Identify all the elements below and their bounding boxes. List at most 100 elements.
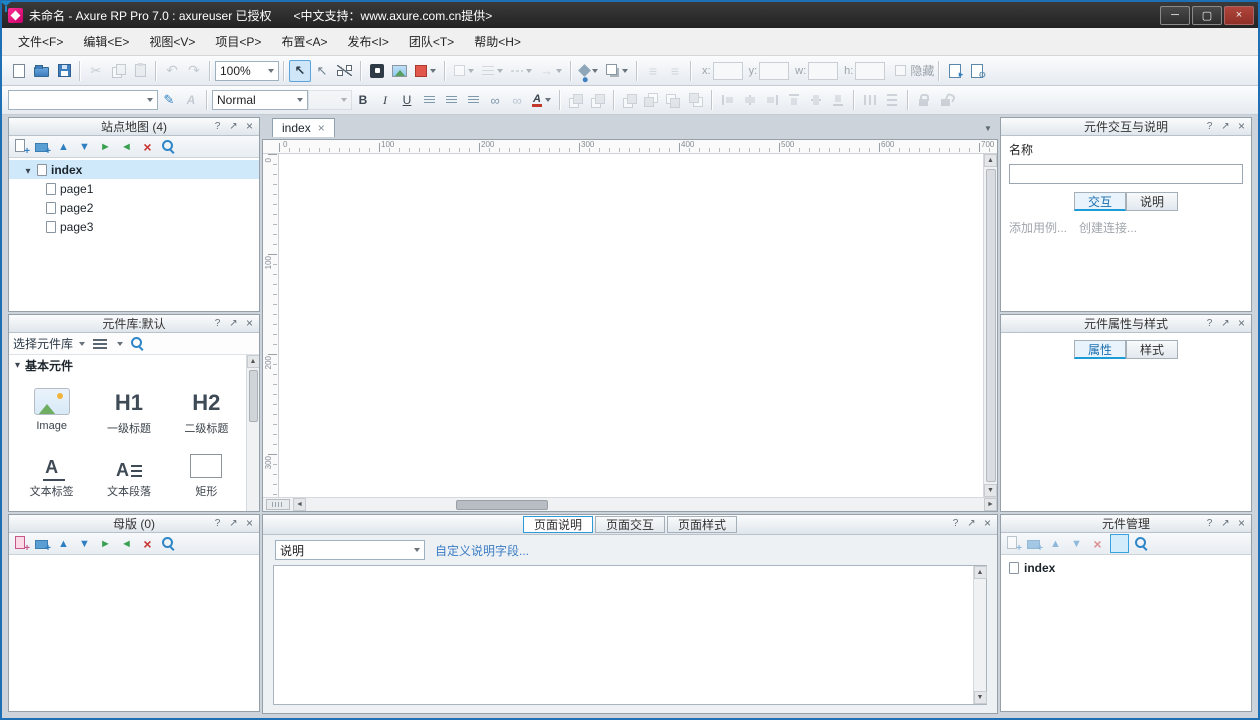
bold-button[interactable]: B [352,89,374,111]
tab-close-icon[interactable] [318,121,325,135]
preview-button[interactable] [944,60,966,82]
search-icon[interactable] [160,138,177,155]
ungroup-button[interactable] [587,89,609,111]
notes-scrollbar[interactable]: ▲ ▼ [973,566,986,704]
edit-style-button[interactable] [158,89,180,111]
italic-button[interactable]: I [374,89,396,111]
search-icon[interactable] [160,535,177,552]
page-notes-textarea[interactable]: ▲ ▼ [273,565,987,705]
send-to-back-button[interactable] [641,89,663,111]
close-icon[interactable] [243,517,256,530]
move-up-button[interactable] [55,535,72,552]
scroll-right-icon[interactable]: ► [984,498,997,511]
remove-link-button[interactable] [506,89,528,111]
popout-icon[interactable] [1219,120,1232,133]
sitemap-item-index[interactable]: index [9,160,259,179]
scroll-left-icon[interactable]: ◄ [293,498,306,511]
distribute-horizontal-button[interactable] [859,89,881,111]
close-icon[interactable] [1235,517,1248,530]
align-objects-bottom-button[interactable] [827,89,849,111]
undo-button[interactable] [161,60,183,82]
search-icon[interactable] [1133,535,1150,552]
interaction-mode-button[interactable] [366,60,388,82]
maximize-button[interactable]: ▢ [1192,6,1222,25]
splitter-grip[interactable] [266,499,290,510]
bring-forward-button[interactable] [663,89,685,111]
widget-item-rectangle[interactable]: 矩形 [168,438,245,499]
tab-page-interactions[interactable]: 页面交互 [595,516,665,533]
underline-button[interactable]: U [396,89,418,111]
tab-properties[interactable]: 属性 [1074,340,1126,359]
help-icon[interactable] [1203,120,1216,133]
scrollbar-thumb[interactable] [249,370,258,422]
design-canvas[interactable] [279,154,983,497]
fill-color-button[interactable] [576,60,602,82]
generate-button[interactable] [966,60,988,82]
indent-button[interactable] [97,138,114,155]
widget-section-header[interactable]: 基本元件 [9,355,259,375]
y-coordinate-field[interactable] [759,62,789,80]
scroll-up-icon[interactable]: ▲ [984,154,997,167]
align-right-button[interactable] [462,89,484,111]
manager-item-index[interactable]: index [1001,558,1251,577]
sitemap-item-page2[interactable]: page2 [9,198,259,217]
popout-icon[interactable] [1219,517,1232,530]
height-field[interactable] [855,62,885,80]
menu-view[interactable]: 视图<V> [139,29,205,54]
move-down-button[interactable] [1068,535,1085,552]
select-tool-button[interactable] [289,60,311,82]
widget-item-text-paragraph[interactable]: A 文本段落 [90,438,167,499]
line-width-button[interactable] [478,60,507,82]
add-folder-button[interactable] [1026,535,1043,552]
add-case-hint[interactable]: 添加用例... [1009,219,1067,236]
canvas-vertical-scrollbar[interactable]: ▲ ▼ [983,154,997,497]
font-color-button[interactable]: A [528,89,555,111]
widget-list-scrollbar[interactable]: ▲ [246,355,259,511]
tab-page-notes[interactable]: 页面说明 [523,516,593,533]
sitemap-item-page3[interactable]: page3 [9,217,259,236]
cut-button[interactable] [85,60,107,82]
grid-settings-button[interactable] [664,60,686,82]
help-icon[interactable] [211,517,224,530]
menu-team[interactable]: 团队<T> [399,29,464,54]
minimize-button[interactable]: ─ [1160,6,1190,25]
widget-item-text-label[interactable]: A 文本标签 [13,438,90,499]
snap-guides-button[interactable] [642,60,664,82]
align-left-button[interactable] [418,89,440,111]
popout-icon[interactable] [227,317,240,330]
open-file-button[interactable] [30,60,53,82]
select-contained-tool-button[interactable] [311,60,333,82]
font-family-select[interactable] [8,90,158,110]
lock-button[interactable] [913,89,935,111]
zoom-select[interactable]: 100% [215,61,279,81]
delete-page-button[interactable] [139,138,156,155]
sitemap-item-page1[interactable]: page1 [9,179,259,198]
scrollbar-thumb[interactable] [986,169,996,482]
save-button[interactable] [53,60,75,82]
expander-icon[interactable] [23,163,33,177]
send-backward-button[interactable] [685,89,707,111]
tab-list-dropdown[interactable] [981,122,995,134]
popout-icon[interactable] [965,517,978,530]
search-icon[interactable] [129,335,146,352]
align-objects-top-button[interactable] [783,89,805,111]
help-icon[interactable] [1203,517,1216,530]
help-icon[interactable] [1203,317,1216,330]
add-folder-button[interactable] [34,535,51,552]
menu-arrange[interactable]: 布置<A> [271,29,337,54]
move-down-button[interactable] [76,138,93,155]
indent-button[interactable] [97,535,114,552]
menu-project[interactable]: 项目<P> [205,29,271,54]
close-icon[interactable] [981,517,994,530]
move-up-button[interactable] [1047,535,1064,552]
help-icon[interactable] [949,517,962,530]
scroll-up-icon[interactable]: ▲ [247,355,260,368]
add-folder-button[interactable] [34,138,51,155]
unlock-button[interactable] [935,89,957,111]
group-button[interactable] [565,89,587,111]
add-item-button[interactable] [1005,535,1022,552]
delete-button[interactable] [1089,535,1106,552]
add-page-button[interactable] [13,138,30,155]
close-icon[interactable] [243,120,256,133]
customize-note-fields-link[interactable]: 自定义说明字段... [435,542,529,559]
